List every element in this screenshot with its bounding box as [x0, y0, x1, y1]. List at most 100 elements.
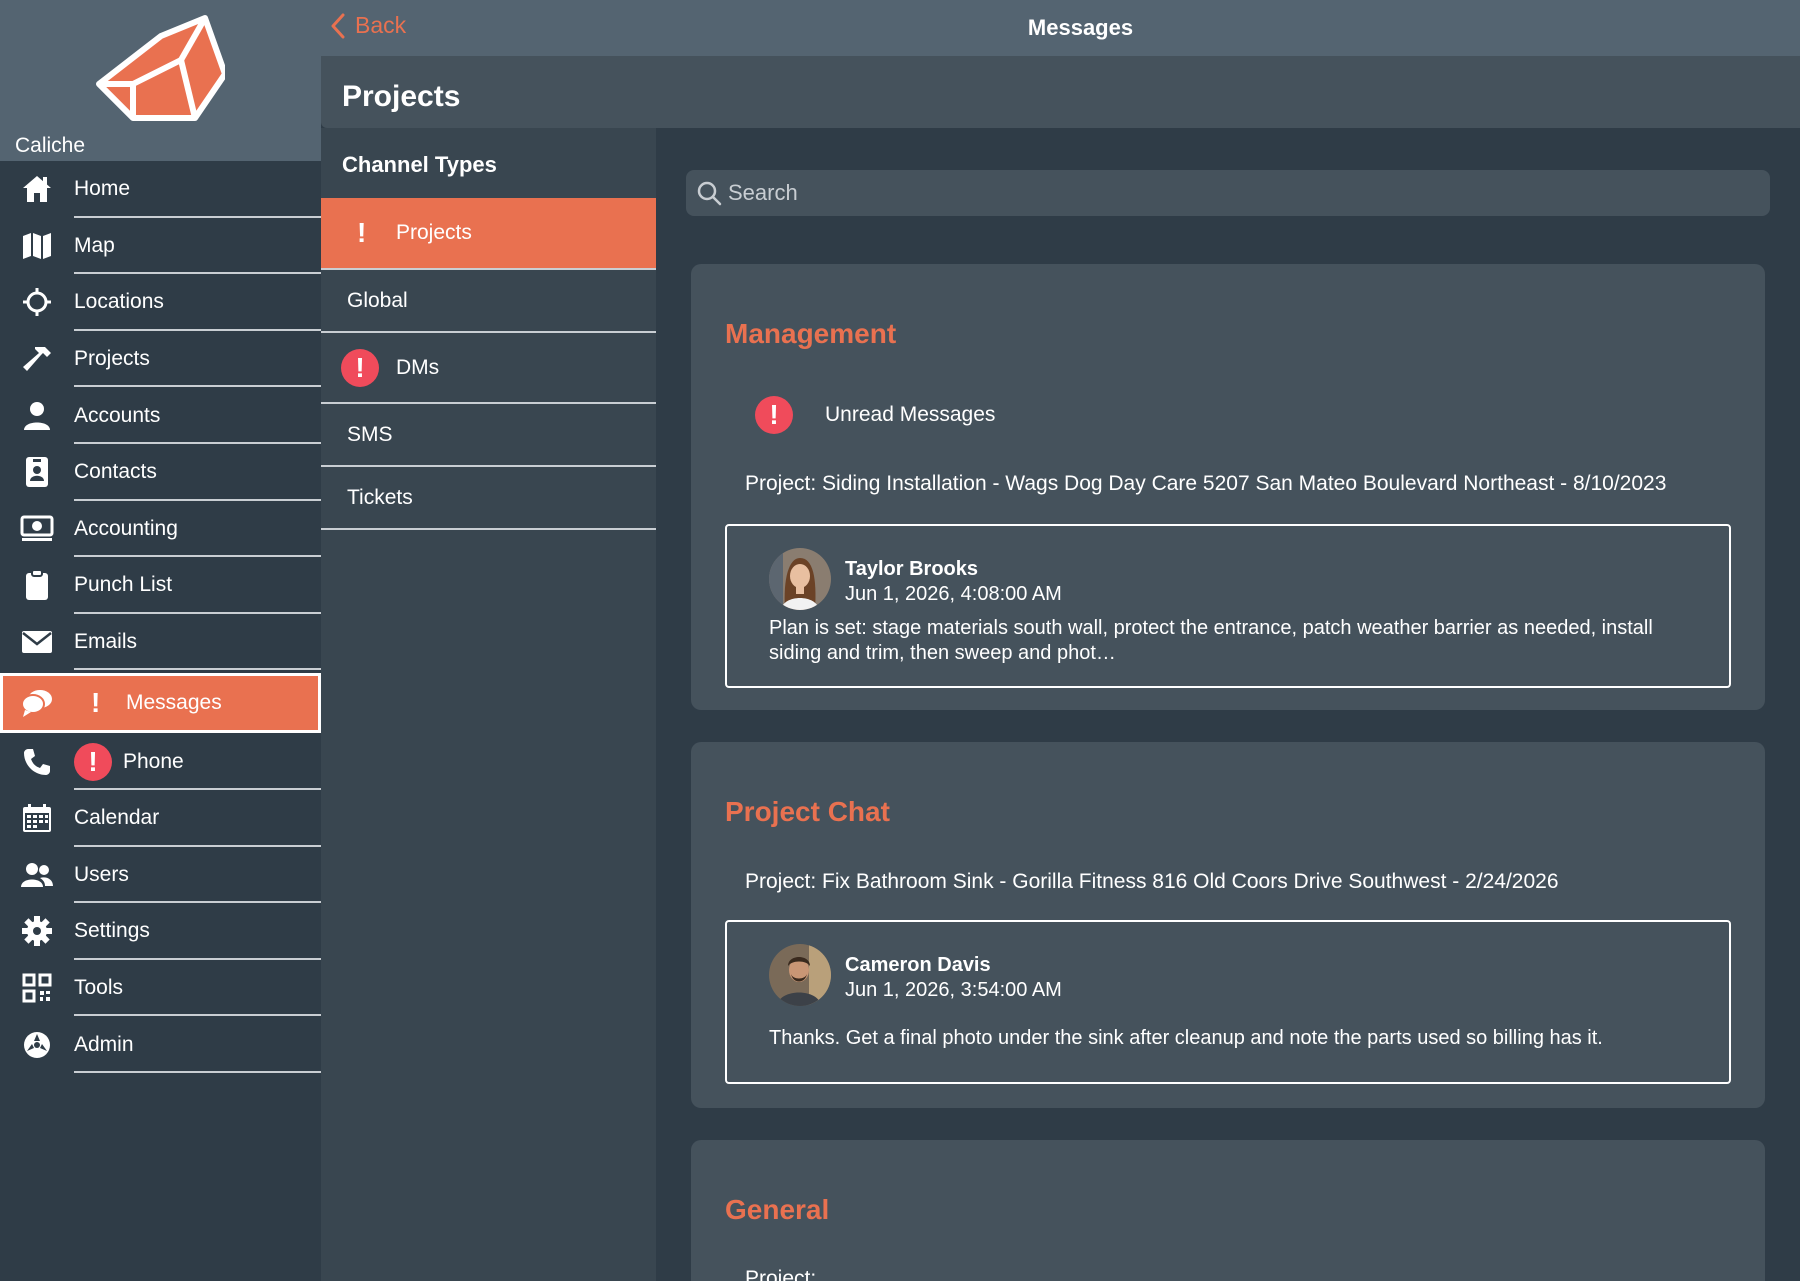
sidebar-item-accounts[interactable]: Accounts [0, 387, 321, 444]
message-timestamp: Jun 1, 2026, 3:54:00 AM [845, 979, 1062, 1001]
home-icon [20, 172, 54, 206]
users-icon [20, 858, 54, 892]
money-icon [20, 512, 54, 546]
contact-badge-icon [20, 455, 54, 489]
sidebar-item-label: Accounting [74, 516, 178, 540]
clipboard-icon [20, 568, 54, 602]
sidebar-item-label: Messages [126, 691, 222, 715]
avatar [769, 944, 831, 1006]
calendar-icon [20, 801, 54, 835]
sidebar-item-label: Users [74, 862, 129, 886]
sidebar-item-label: Phone [123, 749, 184, 773]
sidebar-item-messages[interactable]: ! Messages [0, 673, 321, 734]
phone-icon [20, 745, 54, 779]
sidebar-item-label: Admin [74, 1032, 134, 1056]
section-project-chat: Project Chat Project: Fix Bathroom Sink … [691, 742, 1765, 1108]
sidebar-item-label: Projects [74, 347, 150, 371]
avatar [769, 548, 831, 610]
channel-label: DMs [396, 355, 440, 379]
section-title: Project Chat [725, 796, 890, 827]
sidebar-item-label: Emails [74, 630, 138, 654]
sidebar: Caliche Home Map Locations Projects Acco… [0, 0, 321, 1281]
sidebar-item-settings[interactable]: Settings [0, 903, 321, 960]
sidebar-item-accounting[interactable]: Accounting [0, 501, 321, 558]
sidebar-item-label: Calendar [74, 806, 160, 830]
sidebar-item-label: Settings [74, 919, 150, 943]
sidebar-item-map[interactable]: Map [0, 218, 321, 275]
sidebar-item-label: Contacts [74, 460, 157, 484]
qr-grid-icon [20, 971, 54, 1005]
sidebar-item-label: Accounts [74, 403, 161, 427]
unread-indicator: ! Unread Messages [755, 396, 995, 434]
app-logo [96, 15, 225, 121]
sidebar-item-punch-list[interactable]: Punch List [0, 557, 321, 614]
sidebar-item-home[interactable]: Home [0, 161, 321, 218]
sidebar-item-calendar[interactable]: Calendar [0, 790, 321, 847]
message-preview[interactable]: Taylor Brooks Jun 1, 2026, 4:08:00 AM Pl… [725, 524, 1731, 688]
unread-alert-icon: ! [357, 217, 367, 248]
sidebar-item-label: Map [74, 233, 115, 257]
map-icon [20, 229, 54, 263]
message-author: Cameron Davis [845, 954, 991, 976]
section-title: General [725, 1194, 830, 1225]
channel-item-tickets[interactable]: Tickets [321, 467, 656, 530]
channel-list: ! Projects Global ! DMs SMS Tickets [321, 198, 656, 530]
search-icon [697, 181, 722, 206]
brand-header: Caliche [0, 0, 321, 161]
channel-types-panel: Channel Types ! Projects Global ! DMs SM… [321, 128, 656, 1281]
hammer-icon [20, 342, 54, 376]
screen-title: Messages [1027, 15, 1134, 40]
search-input[interactable] [728, 180, 1728, 206]
sidebar-item-label: Locations [74, 290, 164, 314]
channel-label: Tickets [347, 485, 413, 509]
chat-bubble-icon [20, 686, 54, 720]
sidebar-item-tools[interactable]: Tools [0, 960, 321, 1017]
sidebar-item-locations[interactable]: Locations [0, 274, 321, 331]
top-bar: Back Messages [321, 0, 1800, 56]
message-body: Thanks. Get a final photo under the sink… [769, 1027, 1603, 1049]
project-link[interactable]: Project: Siding Installation - Wags Dog … [745, 472, 1666, 496]
crosshair-icon [20, 285, 54, 319]
channel-item-dms[interactable]: ! DMs [321, 333, 656, 404]
envelope-icon [20, 625, 54, 659]
project-link[interactable]: Project: Fix Bathroom Sink - Gorilla Fit… [745, 870, 1559, 894]
channel-item-global[interactable]: Global [321, 270, 656, 333]
sidebar-item-contacts[interactable]: Contacts [0, 444, 321, 501]
sidebar-item-admin[interactable]: Admin [0, 1016, 321, 1073]
alert-icon: ! [341, 348, 379, 387]
project-link[interactable]: Project: [745, 1267, 816, 1281]
section-title: Management [725, 318, 897, 349]
channel-item-sms[interactable]: SMS [321, 404, 656, 467]
sidebar-item-label: Punch List [74, 573, 173, 597]
unread-label: Unread Messages [825, 403, 996, 426]
sidebar-item-emails[interactable]: Emails [0, 614, 321, 671]
messages-main: Management ! Unread Messages Project: Si… [656, 128, 1800, 1281]
admin-icon [20, 1028, 54, 1062]
message-preview[interactable]: Cameron Davis Jun 1, 2026, 3:54:00 AM Th… [725, 920, 1731, 1084]
sidebar-nav: Home Map Locations Projects Accounts Con… [0, 161, 321, 1073]
message-body: Plan is set: stage materials south wall,… [769, 617, 1653, 664]
sidebar-item-label: Home [74, 177, 131, 201]
alert-icon: ! [74, 742, 112, 781]
channel-types-title: Channel Types [342, 152, 497, 177]
page-header: Projects [321, 56, 1800, 128]
search-bar[interactable] [686, 170, 1770, 216]
alert-icon: ! [755, 396, 793, 434]
page-title: Projects [342, 80, 461, 113]
app-name: Caliche [15, 134, 86, 157]
sidebar-item-users[interactable]: Users [0, 847, 321, 904]
channel-label: Global [347, 288, 408, 312]
channel-item-projects[interactable]: ! Projects [321, 198, 656, 270]
sidebar-item-label: Tools [74, 976, 124, 1000]
message-timestamp: Jun 1, 2026, 4:08:00 AM [845, 583, 1062, 605]
section-general: General Project: [691, 1140, 1765, 1281]
unread-alert-icon: ! [91, 687, 101, 719]
person-icon [20, 399, 54, 433]
sidebar-item-phone[interactable]: ! Phone [0, 733, 321, 790]
channel-label: Projects [396, 221, 472, 244]
channel-label: SMS [347, 422, 393, 446]
section-management: Management ! Unread Messages Project: Si… [691, 264, 1765, 710]
gear-icon [20, 914, 54, 948]
sidebar-item-projects[interactable]: Projects [0, 331, 321, 388]
message-author: Taylor Brooks [845, 558, 978, 580]
